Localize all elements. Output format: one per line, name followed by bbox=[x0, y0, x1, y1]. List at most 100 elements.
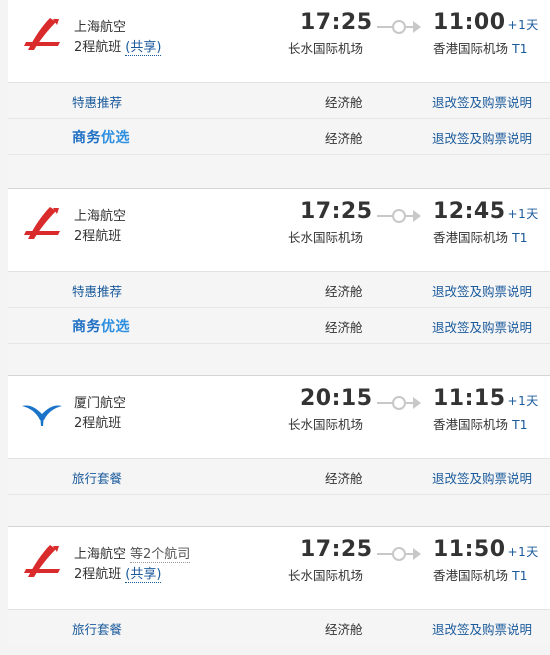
flight-summary[interactable]: 厦门航空 2程航班 20:15 长水国际机场 11:15 +1天 香港国际机场 T1 bbox=[8, 376, 550, 458]
transfer-info: 2程航班 (共享) bbox=[74, 36, 162, 56]
refund-rules-link[interactable]: 退改签及购票说明 bbox=[432, 619, 532, 638]
offer-list: 旅行套餐 经济舱 退改签及购票说明 bbox=[8, 609, 550, 645]
arrival-time: 12:45 +1天 bbox=[433, 199, 539, 224]
flight-card[interactable]: 厦门航空 2程航班 20:15 长水国际机场 11:15 +1天 香港国际机场 T1… bbox=[8, 375, 550, 529]
offer-type-link[interactable]: 旅行套餐 bbox=[72, 619, 122, 638]
refund-rules-link[interactable]: 退改签及购票说明 bbox=[432, 317, 532, 336]
shanghai-airlines-logo-icon bbox=[20, 543, 64, 579]
offer-type-link[interactable]: 特惠推荐 bbox=[72, 281, 122, 300]
arrival-time-value: 12:45 bbox=[433, 199, 506, 224]
terminal-label: T1 bbox=[512, 417, 528, 432]
flight-arrow-icon bbox=[375, 543, 423, 565]
business-select-badge[interactable]: 商务优选 bbox=[72, 127, 130, 147]
card-spacer bbox=[8, 155, 550, 189]
terminal-label: T1 bbox=[512, 230, 528, 245]
offer-row[interactable]: 旅行套餐 经济舱 退改签及购票说明 bbox=[8, 610, 550, 645]
transfer-label: 2程航班 bbox=[74, 40, 122, 55]
cabin-class: 经济舱 bbox=[325, 320, 363, 335]
offer-row[interactable]: 商务优选 经济舱 退改签及购票说明 bbox=[8, 308, 550, 344]
offer-row[interactable]: 旅行套餐 经济舱 退改签及购票说明 bbox=[8, 459, 550, 495]
airline-name: 上海航空 等2个航司 bbox=[74, 543, 191, 563]
codeshare-link[interactable]: (共享) bbox=[125, 40, 162, 56]
shanghai-airlines-logo-icon bbox=[20, 16, 64, 52]
airline-label: 厦门航空 bbox=[74, 396, 127, 411]
business-select-part1: 商务 bbox=[72, 130, 101, 146]
airline-name: 上海航空 bbox=[74, 205, 126, 224]
flight-card[interactable]: 上海航空 等2个航司 2程航班 (共享) 17:25 长水国际机场 11:50 +1天… bbox=[8, 526, 550, 645]
offer-type-link[interactable]: 旅行套餐 bbox=[72, 468, 122, 487]
airline-label: 上海航空 bbox=[74, 547, 127, 562]
offer-row[interactable]: 特惠推荐 经济舱 退改签及购票说明 bbox=[8, 83, 550, 119]
business-select-part2: 优选 bbox=[101, 319, 130, 335]
flight-results-list: 上海航空 2程航班 (共享) 17:25 长水国际机场 11:00 +1天 香港国际… bbox=[0, 0, 550, 655]
arrival-airport-name: 香港国际机场 bbox=[433, 568, 509, 583]
flight-summary[interactable]: 上海航空 2程航班 (共享) 17:25 长水国际机场 11:00 +1天 香港国际… bbox=[8, 0, 550, 82]
arrival-airport: 香港国际机场 T1 bbox=[433, 38, 528, 57]
refund-rules-link[interactable]: 退改签及购票说明 bbox=[432, 128, 532, 147]
flight-card[interactable]: 上海航空 2程航班 17:25 长水国际机场 12:45 +1天 香港国际机场 T1… bbox=[8, 188, 550, 378]
codeshare-link[interactable]: (共享) bbox=[125, 567, 162, 583]
offer-type-link[interactable]: 特惠推荐 bbox=[72, 92, 122, 111]
business-select-part1: 商务 bbox=[72, 319, 101, 335]
transfer-info: 2程航班 bbox=[74, 412, 121, 431]
more-airlines-link[interactable]: 等2个航司 bbox=[130, 547, 191, 563]
transfer-info: 2程航班 (共享) bbox=[74, 563, 162, 583]
next-day-badge: +1天 bbox=[507, 18, 539, 32]
arrival-airport-name: 香港国际机场 bbox=[433, 41, 509, 56]
arrival-airport: 香港国际机场 T1 bbox=[433, 227, 528, 246]
departure-airport: 长水国际机场 bbox=[288, 568, 364, 583]
refund-rules-link[interactable]: 退改签及购票说明 bbox=[432, 92, 532, 111]
departure-airport: 长水国际机场 bbox=[288, 417, 364, 432]
flight-card[interactable]: 上海航空 2程航班 (共享) 17:25 长水国际机场 11:00 +1天 香港国际… bbox=[8, 0, 550, 189]
offer-list: 旅行套餐 经济舱 退改签及购票说明 bbox=[8, 458, 550, 529]
refund-rules-link[interactable]: 退改签及购票说明 bbox=[432, 281, 532, 300]
arrival-time-value: 11:15 bbox=[433, 386, 506, 411]
cabin-class: 经济舱 bbox=[325, 471, 363, 486]
business-select-badge[interactable]: 商务优选 bbox=[72, 316, 130, 336]
shanghai-airlines-logo-icon bbox=[20, 205, 64, 241]
cabin-class: 经济舱 bbox=[325, 284, 363, 299]
offer-list: 特惠推荐 经济舱 退改签及购票说明 商务优选 经济舱 退改签及购票说明 bbox=[8, 82, 550, 189]
flight-arrow-icon bbox=[375, 205, 423, 227]
cabin-class: 经济舱 bbox=[325, 622, 363, 637]
cabin-class: 经济舱 bbox=[325, 131, 363, 146]
flight-summary[interactable]: 上海航空 等2个航司 2程航班 (共享) 17:25 长水国际机场 11:50 +1天… bbox=[8, 527, 550, 609]
terminal-label: T1 bbox=[512, 568, 528, 583]
business-select-part2: 优选 bbox=[101, 130, 130, 146]
cabin-class: 经济舱 bbox=[325, 95, 363, 110]
next-day-badge: +1天 bbox=[507, 545, 539, 559]
departure-time: 20:15 bbox=[300, 386, 373, 411]
terminal-label: T1 bbox=[512, 41, 528, 56]
xiamen-airlines-logo-icon bbox=[20, 392, 64, 428]
arrival-airport: 香港国际机场 T1 bbox=[433, 565, 528, 584]
flight-arrow-icon bbox=[375, 16, 423, 38]
departure-time: 17:25 bbox=[300, 10, 373, 35]
airline-name: 上海航空 bbox=[74, 16, 126, 35]
departure-airport: 长水国际机场 bbox=[288, 230, 364, 245]
offer-row[interactable]: 商务优选 经济舱 退改签及购票说明 bbox=[8, 119, 550, 155]
arrival-time-value: 11:00 bbox=[433, 10, 506, 35]
departure-time: 17:25 bbox=[300, 199, 373, 224]
arrival-time: 11:50 +1天 bbox=[433, 537, 539, 562]
card-spacer bbox=[8, 344, 550, 378]
refund-rules-link[interactable]: 退改签及购票说明 bbox=[432, 468, 532, 487]
offer-row[interactable]: 特惠推荐 经济舱 退改签及购票说明 bbox=[8, 272, 550, 308]
departure-airport: 长水国际机场 bbox=[288, 41, 364, 56]
flight-summary[interactable]: 上海航空 2程航班 17:25 长水国际机场 12:45 +1天 香港国际机场 T1 bbox=[8, 189, 550, 271]
airline-label: 上海航空 bbox=[74, 20, 127, 35]
arrival-time-value: 11:50 bbox=[433, 537, 506, 562]
transfer-label: 2程航班 bbox=[74, 416, 122, 431]
offer-list: 特惠推荐 经济舱 退改签及购票说明 商务优选 经济舱 退改签及购票说明 bbox=[8, 271, 550, 378]
arrival-time: 11:00 +1天 bbox=[433, 10, 539, 35]
transfer-label: 2程航班 bbox=[74, 567, 122, 582]
departure-time: 17:25 bbox=[300, 537, 373, 562]
arrival-airport: 香港国际机场 T1 bbox=[433, 414, 528, 433]
flight-arrow-icon bbox=[375, 392, 423, 414]
arrival-time: 11:15 +1天 bbox=[433, 386, 539, 411]
next-day-badge: +1天 bbox=[507, 394, 539, 408]
next-day-badge: +1天 bbox=[507, 207, 539, 221]
arrival-airport-name: 香港国际机场 bbox=[433, 417, 509, 432]
arrival-airport-name: 香港国际机场 bbox=[433, 230, 509, 245]
card-spacer bbox=[8, 495, 550, 529]
transfer-label: 2程航班 bbox=[74, 229, 122, 244]
